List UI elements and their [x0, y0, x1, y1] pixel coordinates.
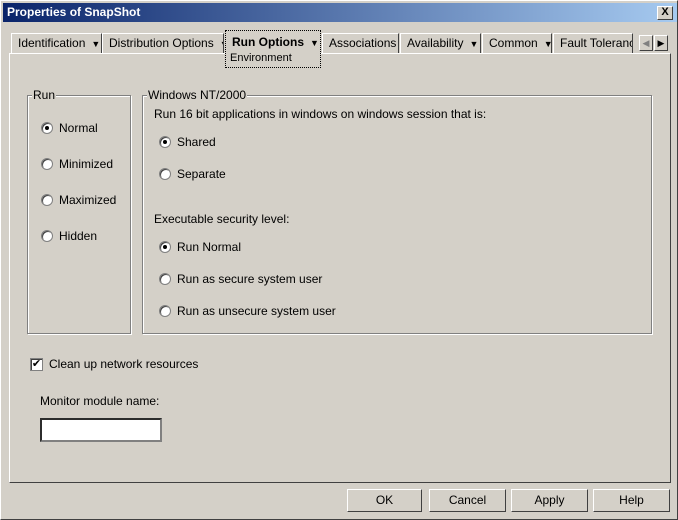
close-button[interactable]: X	[657, 6, 673, 20]
cancel-button[interactable]: Cancel	[429, 489, 506, 512]
ok-button[interactable]: OK	[347, 489, 422, 512]
properties-dialog: Properties of SnapShot X Identification ▼…	[0, 0, 678, 520]
radio-label: Run as unsecure system user	[177, 304, 336, 318]
radio-shared[interactable]: Shared	[159, 135, 216, 149]
tab-label: Distribution Options	[109, 36, 214, 50]
chevron-down-icon[interactable]: ▼	[91, 39, 100, 49]
radio-run-normal[interactable]: Run Normal	[159, 240, 241, 254]
session-label: Run 16 bit applications in windows on wi…	[154, 107, 487, 121]
radio-separate[interactable]: Separate	[159, 167, 226, 181]
tab-scroll-left-button[interactable]: ◀	[639, 35, 653, 51]
cleanup-checkbox[interactable]: ✔ Clean up network resources	[30, 357, 198, 371]
window-title: Properties of SnapShot	[7, 5, 141, 19]
radio-label: Normal	[59, 121, 98, 135]
tab-identification[interactable]: Identification ▼	[11, 33, 102, 54]
apply-button[interactable]: Apply	[511, 489, 588, 512]
radio-button[interactable]	[41, 230, 53, 242]
radio-label: Shared	[177, 135, 216, 149]
security-label: Executable security level:	[154, 212, 290, 226]
radio-label: Run Normal	[177, 240, 242, 254]
radio-maximized[interactable]: Maximized	[41, 193, 116, 207]
radio-label: Maximized	[59, 193, 117, 207]
radio-button[interactable]	[159, 305, 171, 317]
tab-common[interactable]: Common ▼	[482, 33, 552, 54]
tab-label: Run Options	[232, 35, 304, 49]
tab-label: Associations	[329, 36, 397, 50]
tab-run-options[interactable]: Run Options ▼ Environment	[225, 30, 321, 68]
chevron-down-icon[interactable]: ▼	[220, 39, 223, 49]
radio-button[interactable]	[159, 241, 171, 253]
radio-button[interactable]	[41, 158, 53, 170]
radio-button[interactable]	[41, 194, 53, 206]
checkbox[interactable]: ✔	[30, 357, 43, 371]
radio-label: Separate	[177, 167, 226, 181]
radio-normal[interactable]: Normal	[41, 121, 98, 135]
radio-unsecure-system-user[interactable]: Run as unsecure system user	[159, 304, 336, 318]
radio-label: Run as secure system user	[177, 272, 323, 286]
tab-label: Fault Toleranc	[560, 36, 633, 50]
tab-fault-tolerance[interactable]: Fault Toleranc	[553, 33, 633, 54]
tab-availability[interactable]: Availability ▼	[400, 33, 481, 54]
tab-associations[interactable]: Associations	[322, 33, 399, 54]
chevron-down-icon[interactable]: ▼	[469, 39, 478, 49]
help-button[interactable]: Help	[593, 489, 670, 512]
radio-label: Hidden	[59, 229, 98, 243]
radio-button[interactable]	[159, 168, 171, 180]
chevron-down-icon[interactable]: ▼	[544, 39, 551, 49]
tab-label: Common	[489, 36, 538, 50]
tab-distribution-options[interactable]: Distribution Options ▼	[102, 33, 224, 54]
radio-button[interactable]	[159, 273, 171, 285]
title-bar: Properties of SnapShot X	[3, 3, 677, 22]
tab-label: Availability	[407, 36, 464, 50]
chevron-down-icon[interactable]: ▼	[310, 38, 319, 48]
radio-button[interactable]	[159, 136, 171, 148]
nt-group-legend: Windows NT/2000	[147, 88, 248, 102]
radio-minimized[interactable]: Minimized	[41, 157, 113, 171]
radio-secure-system-user[interactable]: Run as secure system user	[159, 272, 322, 286]
checkbox-label: Clean up network resources	[49, 357, 199, 371]
tab-label: Identification	[18, 36, 86, 50]
monitor-module-input[interactable]	[40, 418, 162, 442]
subtab-environment[interactable]: Environment	[230, 51, 292, 65]
monitor-module-label: Monitor module name:	[40, 394, 160, 408]
radio-button[interactable]	[41, 122, 53, 134]
run-group-legend: Run	[32, 88, 57, 102]
radio-label: Minimized	[59, 157, 114, 171]
tab-scroll-right-button[interactable]: ▶	[654, 35, 668, 51]
radio-hidden[interactable]: Hidden	[41, 229, 97, 243]
